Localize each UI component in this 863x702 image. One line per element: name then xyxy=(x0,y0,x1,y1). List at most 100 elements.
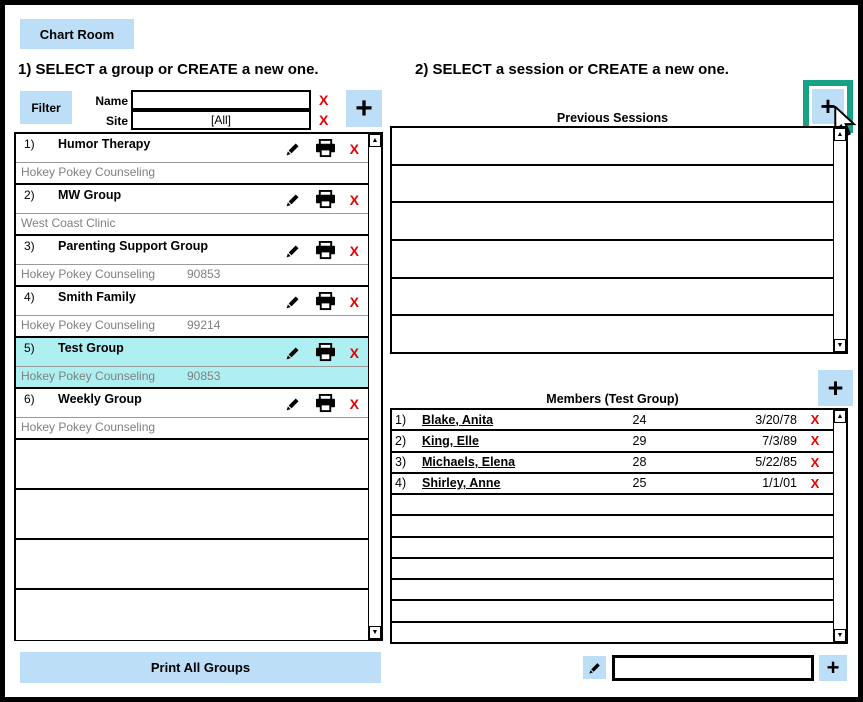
empty-member-slot[interactable] xyxy=(392,516,833,537)
chart-room-button[interactable]: Chart Room xyxy=(20,19,134,49)
group-name[interactable]: Humor Therapy xyxy=(58,137,150,151)
quick-add-input[interactable] xyxy=(612,655,814,681)
delete-member-x[interactable]: X xyxy=(797,412,833,427)
sessions-list: ▲ ▼ xyxy=(390,126,848,354)
print-group-icon[interactable] xyxy=(315,394,336,413)
group-list: 1) Humor Therapy X Hokey Pokey Counselin… xyxy=(14,132,383,641)
session-slot[interactable] xyxy=(392,316,833,352)
group-number: 2) xyxy=(24,188,35,202)
edit-group-icon[interactable] xyxy=(285,345,301,361)
group-rows: 1) Humor Therapy X Hokey Pokey Counselin… xyxy=(16,134,368,639)
scroll-down-icon[interactable]: ▼ xyxy=(834,339,846,352)
sessions-scrollbar[interactable]: ▲ ▼ xyxy=(833,128,846,352)
print-group-icon[interactable] xyxy=(315,292,336,311)
session-slot[interactable] xyxy=(392,203,833,241)
member-row[interactable]: 4) Shirley, Anne 25 1/1/01 X xyxy=(392,474,833,495)
empty-group-slot[interactable] xyxy=(16,440,368,490)
member-number: 4) xyxy=(392,476,422,490)
members-list: 1) Blake, Anita 24 3/20/78 X 2) King, El… xyxy=(390,408,848,644)
group-number: 5) xyxy=(24,341,35,355)
site-filter-input[interactable] xyxy=(131,110,311,130)
group-row-selected[interactable]: 5) Test Group X Hokey Pokey Counseling90… xyxy=(16,338,368,389)
delete-group-x[interactable]: X xyxy=(350,193,359,207)
member-name-link[interactable]: King, Elle xyxy=(422,434,587,448)
session-slot[interactable] xyxy=(392,166,833,204)
group-number: 1) xyxy=(24,137,35,151)
session-slot[interactable] xyxy=(392,128,833,166)
name-filter-input[interactable] xyxy=(131,90,311,110)
member-row[interactable]: 1) Blake, Anita 24 3/20/78 X xyxy=(392,410,833,431)
delete-group-x[interactable]: X xyxy=(350,346,359,360)
scroll-up-icon[interactable]: ▲ xyxy=(834,128,846,141)
group-name[interactable]: MW Group xyxy=(58,188,121,202)
member-row[interactable]: 3) Michaels, Elena 28 5/22/85 X xyxy=(392,453,833,474)
group-name[interactable]: Parenting Support Group xyxy=(58,239,208,253)
left-panel-heading: 1) SELECT a group or CREATE a new one. xyxy=(18,61,319,78)
group-name[interactable]: Smith Family xyxy=(58,290,136,304)
empty-member-slot[interactable] xyxy=(392,580,833,601)
edit-group-icon[interactable] xyxy=(285,294,301,310)
edit-group-icon[interactable] xyxy=(285,396,301,412)
delete-group-x[interactable]: X xyxy=(350,244,359,258)
member-name-link[interactable]: Blake, Anita xyxy=(422,413,587,427)
member-age: 25 xyxy=(587,476,692,490)
group-site: Hokey Pokey Counseling xyxy=(21,267,155,281)
delete-group-x[interactable]: X xyxy=(350,142,359,156)
session-slot[interactable] xyxy=(392,279,833,317)
group-row[interactable]: 2) MW Group X West Coast Clinic xyxy=(16,185,368,236)
member-row[interactable]: 2) King, Elle 29 7/3/89 X xyxy=(392,431,833,452)
delete-member-x[interactable]: X xyxy=(797,433,833,448)
session-slot[interactable] xyxy=(392,241,833,279)
scroll-down-icon[interactable]: ▼ xyxy=(369,626,381,639)
group-site: West Coast Clinic xyxy=(21,216,115,230)
empty-group-slot[interactable] xyxy=(16,590,368,640)
print-all-groups-button[interactable]: Print All Groups xyxy=(20,652,381,683)
member-name-link[interactable]: Michaels, Elena xyxy=(422,455,587,469)
group-row[interactable]: 3) Parenting Support Group X Hokey Pokey… xyxy=(16,236,368,287)
clear-site-x[interactable]: X xyxy=(319,113,328,127)
edit-group-icon[interactable] xyxy=(285,141,301,157)
delete-member-x[interactable]: X xyxy=(797,476,833,491)
delete-member-x[interactable]: X xyxy=(797,455,833,470)
member-name-link[interactable]: Shirley, Anne xyxy=(422,476,587,490)
empty-group-slot[interactable] xyxy=(16,490,368,540)
scroll-up-icon[interactable]: ▲ xyxy=(834,410,846,423)
empty-member-slot[interactable] xyxy=(392,601,833,622)
edit-note-button[interactable] xyxy=(583,656,606,679)
group-row[interactable]: 4) Smith Family X Hokey Pokey Counseling… xyxy=(16,287,368,338)
empty-member-slot[interactable] xyxy=(392,623,833,642)
print-group-icon[interactable] xyxy=(315,190,336,209)
group-list-scrollbar[interactable]: ▲ ▼ xyxy=(368,134,381,639)
group-row[interactable]: 1) Humor Therapy X Hokey Pokey Counselin… xyxy=(16,134,368,185)
member-dob: 1/1/01 xyxy=(692,476,797,490)
print-group-icon[interactable] xyxy=(315,139,336,158)
delete-group-x[interactable]: X xyxy=(350,295,359,309)
scroll-down-icon[interactable]: ▼ xyxy=(834,629,846,642)
clear-name-x[interactable]: X xyxy=(319,93,328,107)
empty-group-slot[interactable] xyxy=(16,540,368,590)
group-number: 3) xyxy=(24,239,35,253)
group-number: 6) xyxy=(24,392,35,406)
empty-member-slot[interactable] xyxy=(392,559,833,580)
delete-group-x[interactable]: X xyxy=(350,397,359,411)
group-name[interactable]: Test Group xyxy=(58,341,124,355)
group-site: Hokey Pokey Counseling xyxy=(21,369,155,383)
group-name[interactable]: Weekly Group xyxy=(58,392,142,406)
print-group-icon[interactable] xyxy=(315,343,336,362)
quick-add-button[interactable]: + xyxy=(819,655,847,681)
group-row[interactable]: 6) Weekly Group X Hokey Pokey Counseling xyxy=(16,389,368,440)
name-label: Name xyxy=(65,94,128,108)
member-number: 1) xyxy=(392,413,422,427)
scroll-up-icon[interactable]: ▲ xyxy=(369,134,381,147)
group-site: Hokey Pokey Counseling xyxy=(21,420,155,434)
empty-member-slot[interactable] xyxy=(392,538,833,559)
print-group-icon[interactable] xyxy=(315,241,336,260)
session-rows xyxy=(392,128,833,352)
members-scrollbar[interactable]: ▲ ▼ xyxy=(833,410,846,642)
empty-member-slot[interactable] xyxy=(392,495,833,516)
edit-group-icon[interactable] xyxy=(285,243,301,259)
edit-group-icon[interactable] xyxy=(285,192,301,208)
members-title: Members (Test Group) xyxy=(390,392,835,406)
add-group-button[interactable]: + xyxy=(346,90,382,127)
group-code: 90853 xyxy=(187,265,220,284)
